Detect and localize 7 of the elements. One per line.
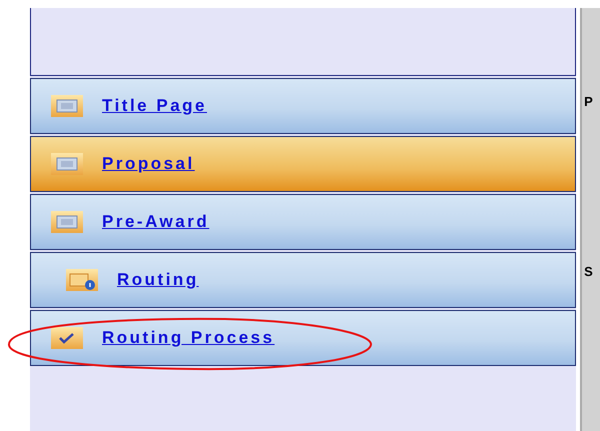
- nav-item[interactable]: Pre-Award: [30, 194, 576, 250]
- nav-item[interactable]: Title Page: [30, 78, 576, 134]
- nav-item[interactable]: Proposal: [30, 136, 576, 192]
- nav-item[interactable]: Routing: [30, 252, 576, 308]
- label-text: P: [584, 94, 593, 109]
- label-text: S: [584, 264, 593, 279]
- nav-item[interactable]: Routing Process: [30, 310, 576, 366]
